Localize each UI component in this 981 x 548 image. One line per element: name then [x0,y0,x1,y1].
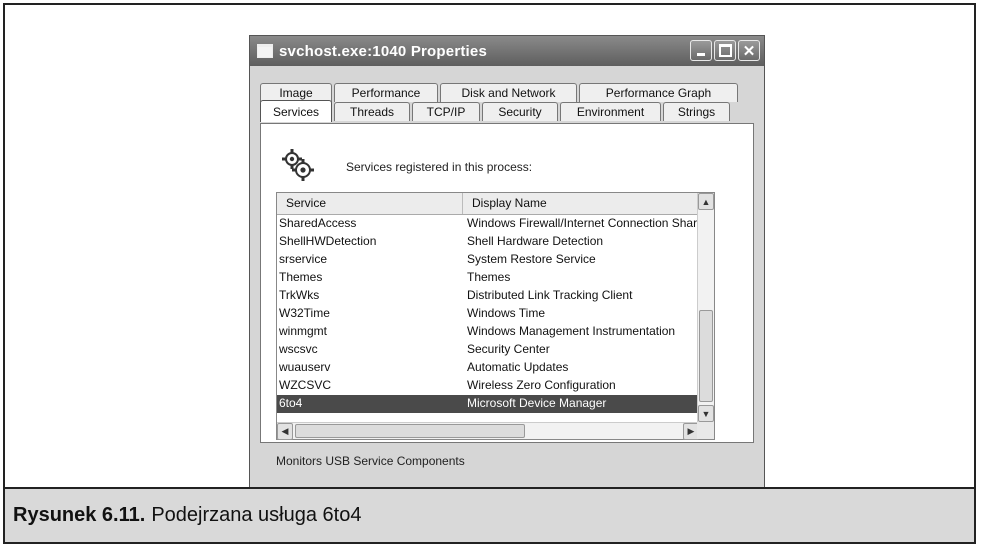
list-row[interactable]: SharedAccess Windows Firewall/Internet Co… [277,215,697,233]
horizontal-scrollbar[interactable]: ◀ ▶ [277,422,699,440]
list-row[interactable]: wscsvc Security Center [277,341,697,359]
vertical-scrollbar[interactable]: ▲ ▼ [697,193,714,422]
display-name: Microsoft Device Manager [467,396,607,410]
tab-disk-and-network[interactable]: Disk and Network [440,83,577,102]
chevron-right-icon: ▶ [687,426,695,436]
scroll-down-button[interactable]: ▼ [698,405,714,422]
display-name: Themes [467,270,511,284]
list-row[interactable]: wuauserv Automatic Updates [277,359,697,377]
list-row[interactable]: WZCSVC Wireless Zero Configuration [277,377,697,395]
tab-row-back: Image Performance Disk and Network Perfo… [260,83,740,102]
services-label: Services registered in this process: [346,160,533,174]
properties-window: svchost.exe:1040 Properties ✕ Image Perf… [249,35,765,491]
figure-frame: svchost.exe:1040 Properties ✕ Image Perf… [3,3,976,544]
services-list[interactable]: Service Display Name SharedAccess Windows… [276,192,715,440]
gears-icon [278,146,316,184]
list-row[interactable]: TrkWks Distributed Link Tracking Client [277,287,697,305]
title-bar[interactable]: svchost.exe:1040 Properties ✕ [250,36,764,66]
vertical-scroll-thumb[interactable] [699,310,713,402]
service-description: Monitors USB Service Components [276,454,465,468]
maximize-button[interactable] [714,40,736,61]
list-row[interactable]: winmgmt Windows Management Instrumentatio… [277,323,697,341]
list-rows: SharedAccess Windows Firewall/Internet Co… [277,215,697,418]
list-row[interactable]: ShellHWDetection Shell Hardware Detection [277,233,697,251]
service-name: Themes [279,270,323,284]
minimize-button[interactable] [690,40,712,61]
tab-performance[interactable]: Performance [334,83,438,102]
list-row[interactable]: W32Time Windows Time [277,305,697,323]
tab-strings[interactable]: Strings [663,102,730,121]
window-title: svchost.exe:1040 Properties [279,42,488,60]
tab-threads[interactable]: Threads [334,102,410,121]
display-name: Windows Firewall/Internet Connection Sha… [467,216,697,230]
display-name: Security Center [467,342,550,356]
service-name: srservice [279,252,328,266]
service-name: wuauserv [279,360,331,374]
list-row-selected[interactable]: 6to4 Microsoft Device Manager [277,395,697,413]
service-name: winmgmt [279,324,328,338]
scroll-up-button[interactable]: ▲ [698,193,714,210]
tab-row-front: Services Threads TCP/IP Security Environ… [260,100,732,122]
display-name: Automatic Updates [467,360,569,374]
close-button[interactable]: ✕ [738,40,760,61]
service-name: ShellHWDetection [279,234,377,248]
services-panel: Services registered in this process: Ser… [260,123,754,443]
tab-security[interactable]: Security [482,102,558,121]
window-icon[interactable] [257,44,273,58]
list-header: Service Display Name [277,193,697,215]
display-name: Wireless Zero Configuration [467,378,616,392]
tab-tcpip[interactable]: TCP/IP [412,102,480,121]
list-row[interactable]: Themes Themes [277,269,697,287]
service-name: wscsvc [279,342,318,356]
service-name: TrkWks [279,288,320,302]
service-name: W32Time [279,306,330,320]
chevron-left-icon: ◀ [281,426,289,436]
tab-performance-graph[interactable]: Performance Graph [579,83,738,102]
tab-services[interactable]: Services [260,100,332,122]
column-display-name[interactable]: Display Name [463,193,699,214]
display-name: Windows Management Instrumentation [467,324,676,338]
minimize-icon [697,53,705,56]
scroll-left-button[interactable]: ◀ [277,423,293,440]
caption-number: Rysunek 6.11. [13,504,146,526]
service-name: WZCSVC [279,378,331,392]
display-name: Distributed Link Tracking Client [467,288,633,302]
window-controls: ✕ [690,40,760,61]
display-name: System Restore Service [467,252,596,266]
caption-text: Podejrzana usługa 6to4 [151,504,362,526]
display-name: Windows Time [467,306,546,320]
display-name: Shell Hardware Detection [467,234,604,248]
figure-caption: Rysunek 6.11. Podejrzana usługa 6to4 [5,487,974,542]
tab-environment[interactable]: Environment [560,102,661,121]
chevron-down-icon: ▼ [701,408,711,419]
maximize-icon [718,44,732,57]
column-service[interactable]: Service [277,193,463,214]
chevron-up-icon: ▲ [701,196,711,207]
list-row[interactable]: srservice System Restore Service [277,251,697,269]
close-icon: ✕ [742,42,756,60]
horizontal-scroll-thumb[interactable] [295,424,525,438]
scrollbar-corner [697,422,714,439]
service-name: SharedAccess [279,216,357,230]
service-name: 6to4 [279,396,303,410]
